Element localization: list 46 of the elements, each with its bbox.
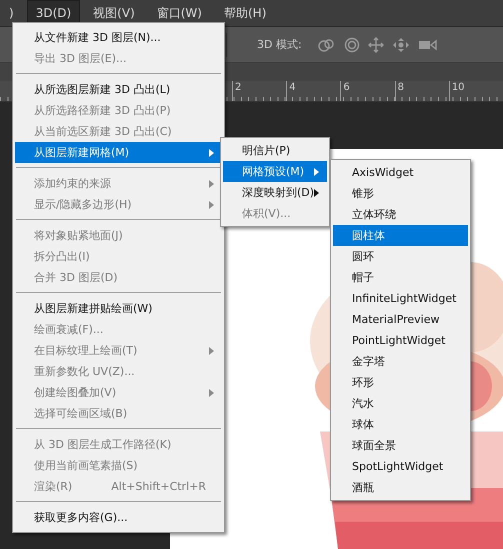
menu-item[interactable]: PointLightWidget bbox=[333, 330, 468, 351]
mode-label: 3D 模式: bbox=[257, 37, 302, 52]
slide-icon[interactable] bbox=[392, 36, 410, 52]
menu-item[interactable]: 获取更多内容(G)... bbox=[15, 507, 222, 528]
menu-item[interactable]: 明信片(P) bbox=[223, 140, 327, 161]
menu-item[interactable]: 帽子 bbox=[333, 267, 468, 288]
ruler-label: 6 bbox=[340, 81, 395, 101]
menu-item[interactable]: 从所选图层新建 3D 凸出(L) bbox=[15, 79, 222, 100]
menu-item[interactable]: 球体 bbox=[333, 414, 468, 435]
menu-bar-item[interactable]: 视图(V) bbox=[84, 0, 144, 26]
menu-bar-item[interactable]: 窗口(W) bbox=[148, 0, 211, 26]
menu-item[interactable]: 汽水 bbox=[333, 393, 468, 414]
menu-item[interactable]: InfiniteLightWidget bbox=[333, 288, 468, 309]
menu-item[interactable]: 从图层新建拼贴绘画(W) bbox=[15, 298, 222, 319]
menu-item[interactable]: 金字塔 bbox=[333, 351, 468, 372]
ruler-label: 10 bbox=[448, 81, 503, 101]
menu-item[interactable]: 酒瓶 bbox=[333, 477, 468, 498]
roll-icon[interactable] bbox=[344, 36, 360, 52]
submenu-arrow-icon bbox=[209, 388, 214, 396]
submenu-arrow-icon bbox=[209, 200, 214, 208]
menu-item[interactable]: 立体环绕 bbox=[333, 204, 468, 225]
menu-item[interactable]: 从文件新建 3D 图层(N)... bbox=[15, 27, 222, 48]
submenu-arrow-icon bbox=[209, 346, 214, 354]
submenu-arrow-icon bbox=[314, 168, 319, 176]
submenu-arrow-icon bbox=[314, 188, 319, 196]
ruler-label: 4 bbox=[286, 81, 340, 101]
menu-item[interactable]: 网格预设(M) bbox=[223, 161, 327, 182]
menu-item[interactable]: 锥形 bbox=[333, 183, 468, 204]
menu-item[interactable]: 从图层新建网格(M) bbox=[15, 142, 222, 163]
menu-item[interactable]: 圆柱体 bbox=[333, 225, 468, 246]
menu-item[interactable]: 球面全景 bbox=[333, 435, 468, 456]
ruler-label: 2 bbox=[232, 81, 286, 101]
submenu-arrow-icon bbox=[209, 180, 214, 188]
menu-item[interactable]: MaterialPreview bbox=[333, 309, 468, 330]
menu-item[interactable]: AxisWidget bbox=[333, 162, 468, 183]
submenu-arrow-icon bbox=[209, 148, 214, 156]
rotate-icon[interactable] bbox=[316, 36, 336, 52]
video-camera-icon[interactable] bbox=[418, 38, 438, 52]
menu-bar-item[interactable]: 帮助(H) bbox=[214, 0, 276, 26]
move-icon[interactable] bbox=[368, 36, 384, 52]
menu-item[interactable]: 深度映射到(D) bbox=[223, 182, 327, 203]
ruler-label: 8 bbox=[394, 81, 449, 101]
menu-bar-item[interactable]: ) bbox=[0, 0, 23, 26]
menu-item[interactable]: 环形 bbox=[333, 372, 468, 393]
menu-item[interactable]: 圆环 bbox=[333, 246, 468, 267]
menu-item[interactable]: SpotLightWidget bbox=[333, 456, 468, 477]
